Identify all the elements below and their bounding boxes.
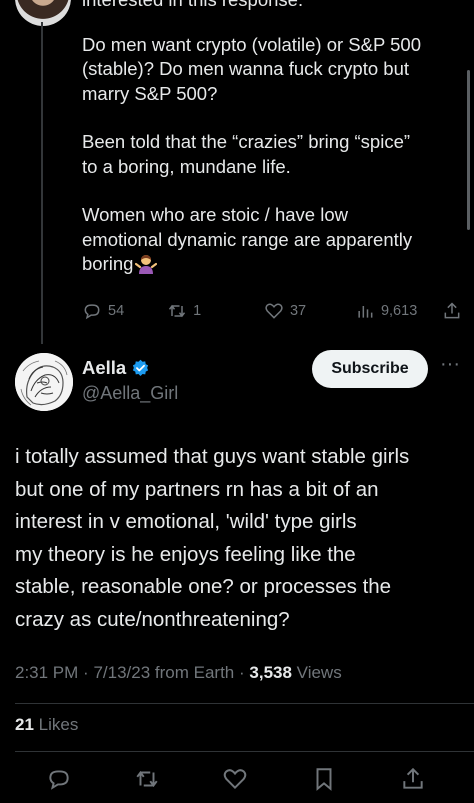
likes-summary[interactable]: 21 Likes (15, 715, 78, 735)
tweet-views-count: 3,538 (249, 663, 292, 682)
meta-separator: · (239, 663, 250, 682)
reply-icon[interactable] (46, 766, 72, 792)
reply-count: 54 (108, 303, 125, 319)
parent-tweet-paragraph: Do men want crypto (volatile) or S&P 500… (82, 33, 421, 104)
parent-tweet-actions: 54 1 37 9,613 (82, 300, 462, 322)
retweet-count: 1 (193, 303, 202, 319)
tweet-meta: 2:31 PM · 7/13/23 from Earth · 3,538 Vie… (15, 663, 342, 683)
parent-tweet-text: interested in this response. Do men want… (82, 0, 462, 277)
divider (15, 703, 474, 704)
tweet-action-bar (0, 766, 474, 794)
share-button[interactable] (442, 301, 462, 321)
parent-tweet-partial-line: interested in this response. (82, 0, 462, 13)
likes-label: Likes (38, 715, 79, 734)
author-name: Aella (82, 357, 127, 378)
parent-tweet-paragraph-last: Women who are stoic / have low emotional… (82, 203, 462, 277)
author-handle[interactable]: @Aella_Girl (82, 383, 178, 404)
divider (15, 751, 474, 752)
parent-tweet-paragraph: Been told that the “crazies” bring “spic… (82, 131, 411, 177)
tweet-source: from Earth (154, 663, 235, 682)
meta-separator: · (83, 663, 94, 682)
views-chart-icon (358, 306, 373, 318)
person-shrugging-emoji (135, 255, 158, 274)
like-count: 37 (289, 303, 307, 319)
author-avatar[interactable] (15, 353, 73, 411)
verified-badge-icon (133, 359, 149, 376)
parent-tweet-paragraph: Women who are stoic / have low emotional… (82, 204, 413, 274)
share-icon[interactable] (400, 766, 426, 792)
heart-icon[interactable] (222, 766, 248, 792)
subscribe-button[interactable]: Subscribe (312, 350, 428, 388)
thread-connector-line (41, 22, 43, 344)
scrollbar[interactable] (467, 70, 470, 230)
tweet-text: i totally assumed that guys want stable … (15, 445, 410, 631)
author-name-row[interactable]: Aella (82, 357, 150, 379)
tweet-views-label: Views (296, 663, 342, 682)
views-count: 9,613 (380, 303, 418, 319)
tweet-time: 2:31 PM (15, 663, 79, 682)
heart-icon (265, 303, 283, 319)
tweet-date: 7/13/23 (93, 663, 151, 682)
retweet-button[interactable]: 1 (167, 301, 264, 321)
like-button[interactable]: 37 (264, 301, 355, 321)
more-options-icon[interactable]: ··· (438, 354, 462, 381)
reply-icon (84, 304, 100, 320)
retweet-icon[interactable] (134, 766, 160, 792)
retweet-icon (168, 304, 186, 318)
likes-count: 21 (15, 715, 34, 734)
share-icon (444, 302, 460, 319)
bookmark-icon[interactable] (311, 766, 337, 792)
views-button[interactable]: 9,613 (355, 301, 442, 321)
author-avatar-image (15, 353, 73, 411)
parent-avatar[interactable] (15, 0, 71, 26)
reply-button[interactable]: 54 (82, 301, 167, 321)
